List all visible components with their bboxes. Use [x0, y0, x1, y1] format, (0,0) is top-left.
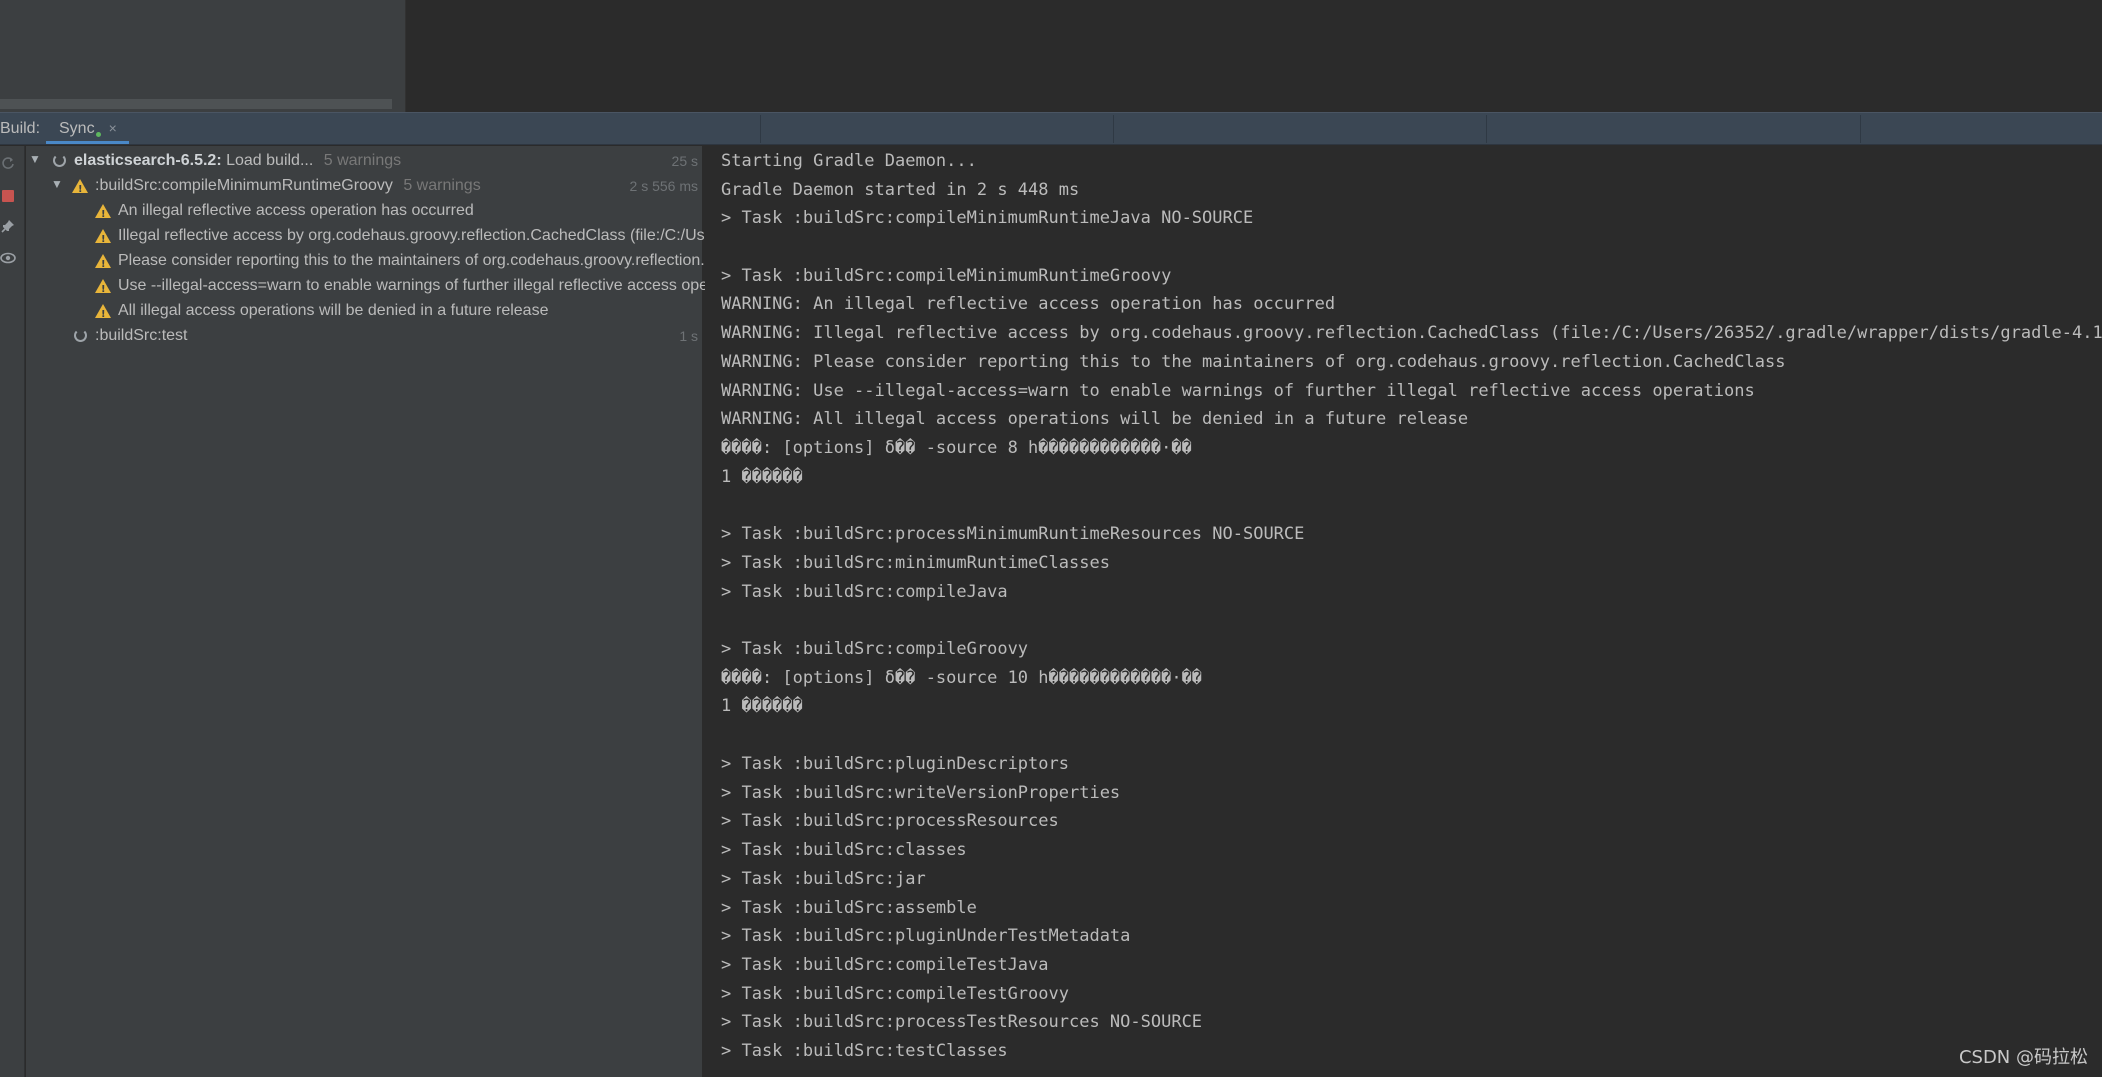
- console-line: > Task :buildSrc:testClasses: [721, 1041, 1008, 1061]
- close-tab-icon[interactable]: ×: [109, 120, 117, 136]
- console-line: > Task :buildSrc:assemble: [721, 898, 977, 918]
- build-side-toolbar: [0, 146, 25, 1077]
- horizontal-scrollbar[interactable]: [0, 99, 392, 109]
- warning-icon: [94, 201, 112, 224]
- header-divider: [1860, 115, 1861, 143]
- tree-warning-row[interactable]: Please consider reporting this to the ma…: [26, 249, 800, 274]
- console-line: > Task :buildSrc:jar: [721, 869, 926, 889]
- console-line: Gradle Daemon started in 2 s 448 ms: [721, 180, 1080, 200]
- build-console-output[interactable]: Starting Gradle Daemon... Gradle Daemon …: [705, 146, 2102, 1077]
- console-line: Starting Gradle Daemon...: [721, 151, 977, 171]
- stop-icon[interactable]: [0, 187, 16, 205]
- root-duration: 25 s: [671, 153, 698, 169]
- console-line: > Task :buildSrc:processMinimumRuntimeRe…: [721, 524, 1305, 544]
- expand-arrow-icon[interactable]: ▼: [51, 177, 63, 191]
- console-line: > Task :buildSrc:writeVersionProperties: [721, 783, 1121, 803]
- tab-sync-label: Sync: [59, 120, 95, 137]
- console-line: > Task :buildSrc:compileMinimumRuntimeGr…: [721, 266, 1172, 286]
- root-project-name: elasticsearch-6.5.2:: [74, 152, 222, 169]
- console-line: > Task :buildSrc:pluginDescriptors: [721, 754, 1069, 774]
- tool-window-title: Build:: [0, 120, 41, 137]
- tree-task-row[interactable]: ▼ :buildSrc:compileMinimumRuntimeGroovy …: [26, 174, 702, 199]
- project-panel: [0, 0, 406, 112]
- console-line: > Task :buildSrc:classes: [721, 840, 967, 860]
- tree-root-row[interactable]: ▼ elasticsearch-6.5.2: Load build... 5 w…: [26, 149, 702, 174]
- editor-area: [407, 0, 2102, 112]
- warning-icon: [71, 176, 89, 199]
- console-line: > Task :buildSrc:processTestResources NO…: [721, 1012, 1203, 1032]
- console-line: > Task :buildSrc:compileTestJava: [721, 955, 1049, 975]
- header-divider: [1113, 115, 1114, 143]
- root-status: Load build...: [226, 152, 314, 169]
- tree-warning-row[interactable]: All illegal access operations will be de…: [26, 299, 702, 324]
- header-divider: [760, 115, 761, 143]
- console-line: > Task :buildSrc:compileJava: [721, 582, 1008, 602]
- console-line: WARNING: All illegal access operations w…: [721, 409, 1469, 429]
- console-line: > Task :buildSrc:compileMinimumRuntimeJa…: [721, 208, 1254, 228]
- warning-text: Use --illegal-access=warn to enable warn…: [118, 277, 757, 294]
- header-divider: [1486, 115, 1487, 143]
- eye-icon[interactable]: [0, 251, 16, 269]
- task-warning-count: 5 warnings: [403, 177, 481, 194]
- refresh-icon[interactable]: [0, 156, 16, 174]
- task-name: :buildSrc:compileMinimumRuntimeGroovy: [95, 177, 393, 194]
- tree-test-row[interactable]: :buildSrc:test 1 s: [26, 324, 702, 349]
- warning-icon: [94, 301, 112, 324]
- warning-text: An illegal reflective access operation h…: [118, 202, 474, 219]
- console-line: WARNING: An illegal reflective access op…: [721, 294, 1336, 314]
- console-line: > Task :buildSrc:pluginUnderTestMetadata: [721, 926, 1131, 946]
- console-line: WARNING: Please consider reporting this …: [721, 352, 1786, 372]
- warning-icon: [94, 226, 112, 249]
- tree-warning-row[interactable]: Illegal reflective access by org.codehau…: [26, 224, 1035, 249]
- sync-status-dot: [95, 132, 101, 137]
- console-line: > Task :buildSrc:minimumRuntimeClasses: [721, 553, 1110, 573]
- console-line: ����: [options] δ�� -source 10 һ��������…: [721, 668, 1203, 688]
- loading-spinner-icon: [50, 151, 68, 169]
- test-task-name: :buildSrc:test: [95, 327, 188, 344]
- tree-warning-row[interactable]: Use --illegal-access=warn to enable warn…: [26, 274, 756, 299]
- tree-warning-row[interactable]: An illegal reflective access operation h…: [26, 199, 702, 224]
- console-line: > Task :buildSrc:compileGroovy: [721, 639, 1029, 659]
- build-tree: ▼ elasticsearch-6.5.2: Load build... 5 w…: [26, 146, 1035, 1077]
- console-line: > Task :buildSrc:processResources: [721, 811, 1059, 831]
- watermark: CSDN @码拉松: [1958, 1047, 2088, 1068]
- console-line: 1 ������: [721, 467, 803, 487]
- warning-icon: [94, 276, 112, 299]
- root-warning-count: 5 warnings: [323, 152, 402, 169]
- task-duration: 2 s 556 ms: [629, 178, 698, 194]
- pin-icon[interactable]: [0, 219, 16, 237]
- warning-icon: [94, 251, 112, 274]
- warning-text: All illegal access operations will be de…: [118, 302, 549, 319]
- tab-sync[interactable]: Sync ×: [46, 113, 129, 144]
- loading-spinner-icon: [71, 326, 89, 344]
- test-task-duration: 1 s: [679, 328, 698, 344]
- console-line: WARNING: Illegal reflective access by or…: [721, 323, 2102, 343]
- console-line: WARNING: Use --illegal-access=warn to en…: [721, 381, 1755, 401]
- console-line: ����: [options] δ�� -source 8 һ���������…: [721, 438, 1192, 458]
- console-line: > Task :buildSrc:compileTestGroovy: [721, 984, 1069, 1004]
- console-line: 1 ������: [721, 696, 803, 716]
- warning-text: Please consider reporting this to the ma…: [118, 252, 800, 269]
- expand-arrow-icon[interactable]: ▼: [29, 152, 41, 166]
- build-tool-window-header: Build: Sync ×: [0, 112, 2102, 145]
